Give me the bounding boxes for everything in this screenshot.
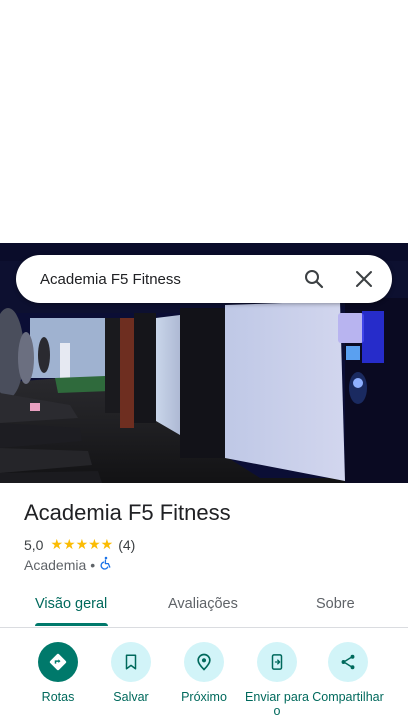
rating-value: 5,0 xyxy=(24,536,44,553)
nearby-button[interactable]: Próximo xyxy=(164,642,244,704)
directions-label: Rotas xyxy=(41,690,75,704)
send-to-phone-button[interactable]: Enviar para o xyxy=(237,642,317,718)
share-label: Compartilhar xyxy=(312,690,384,704)
search-input[interactable]: Academia F5 Fitness xyxy=(40,271,392,288)
category-row: Academia • xyxy=(24,556,113,573)
rating-row[interactable]: 5,0 ★★★★★ (4) xyxy=(24,536,135,553)
separator-dot: • xyxy=(90,556,96,573)
bookmark-icon[interactable] xyxy=(111,642,151,682)
tab-reviews[interactable]: Avaliações xyxy=(168,596,238,612)
close-icon[interactable] xyxy=(352,267,376,291)
tab-overview[interactable]: Visão geral xyxy=(35,596,107,612)
place-page: Academia F5 Fitness Academia F5 Fitness … xyxy=(0,0,408,726)
place-category: Academia xyxy=(24,556,87,573)
search-icon[interactable] xyxy=(302,267,326,291)
directions-button[interactable]: Rotas xyxy=(18,642,98,704)
nearby-label: Próximo xyxy=(181,690,227,704)
directions-icon[interactable] xyxy=(38,642,78,682)
wheelchair-accessible-icon xyxy=(99,556,113,573)
place-title: Academia F5 Fitness xyxy=(24,500,231,525)
review-count[interactable]: (4) xyxy=(118,537,135,553)
star-rating-icon: ★★★★★ xyxy=(50,536,114,552)
tab-bar: Visão geral Avaliações Sobre xyxy=(0,588,408,628)
search-bar[interactable]: Academia F5 Fitness xyxy=(16,255,392,303)
share-icon[interactable] xyxy=(328,642,368,682)
save-label: Salvar xyxy=(113,690,149,704)
active-tab-indicator xyxy=(35,623,108,626)
nearby-icon[interactable] xyxy=(184,642,224,682)
share-button[interactable]: Compartilhar xyxy=(308,642,388,704)
send-to-phone-icon[interactable] xyxy=(257,642,297,682)
send-to-phone-label: Enviar para o xyxy=(245,690,309,718)
tab-about[interactable]: Sobre xyxy=(316,596,355,612)
save-button[interactable]: Salvar xyxy=(91,642,171,704)
